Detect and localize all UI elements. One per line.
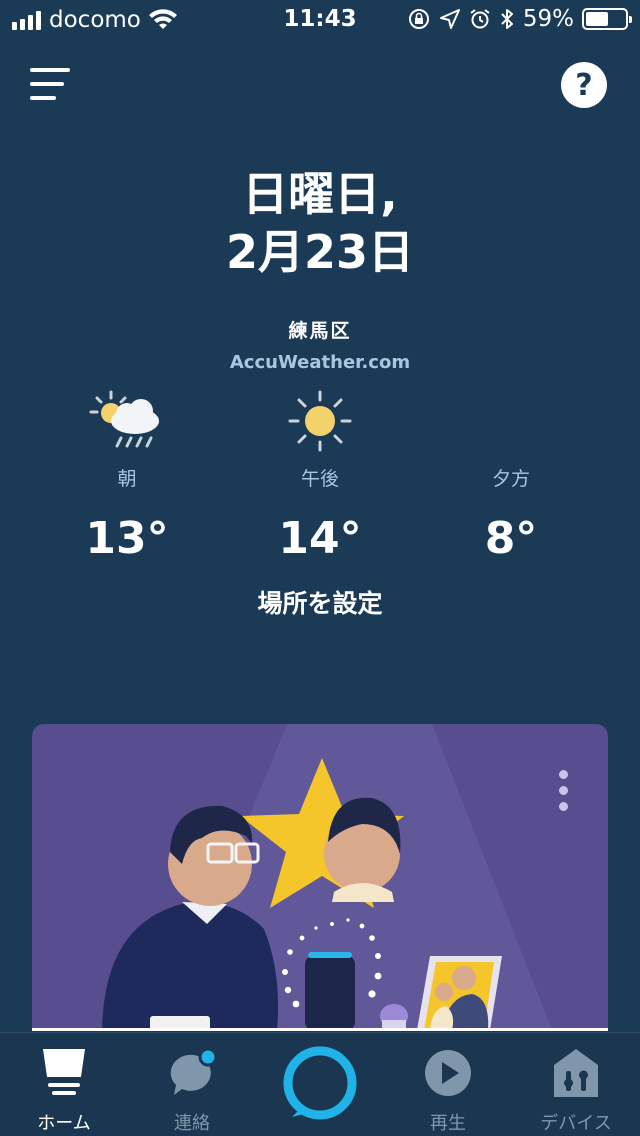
weather-period-label: 朝 [117, 468, 137, 490]
set-location-link[interactable]: 場所を設定 [0, 584, 640, 620]
battery-percent: 59% [522, 6, 574, 32]
sun-icon [288, 390, 352, 452]
tab-alexa[interactable] [256, 1033, 384, 1136]
weather-afternoon: 午後 14° [235, 388, 405, 564]
weather-source-link[interactable]: AccuWeather.com [0, 352, 640, 373]
menu-line [30, 82, 64, 86]
weather-period-label: 夕方 [491, 468, 530, 490]
alexa-home-screen: docomo 11:43 59% ? 日曜日, 2月23日 練馬区 AccuWe… [0, 0, 640, 1136]
status-right: 59% [407, 6, 632, 32]
alarm-icon [470, 9, 490, 29]
card-illustration [102, 724, 552, 1030]
more-vertical-icon [559, 770, 568, 779]
feature-card[interactable] [32, 724, 608, 1030]
weather-evening: 夕方 8° [426, 388, 596, 564]
chat-icon [170, 1047, 218, 1095]
weather-temperature: 8° [484, 513, 538, 564]
help-button[interactable]: ? [561, 62, 607, 108]
card-bottom-edge [32, 1028, 608, 1031]
tab-bar: ホーム 連絡 再生 デバイス [0, 1032, 640, 1136]
menu-line [30, 68, 70, 72]
devices-icon [554, 1049, 598, 1097]
tab-label: 連絡 [174, 1113, 210, 1134]
partly-cloudy-rain-icon [89, 390, 159, 448]
battery-icon [582, 8, 632, 30]
weather-period-label: 午後 [300, 468, 339, 490]
location-arrow-icon [439, 9, 460, 29]
tab-label: ホーム [37, 1113, 91, 1134]
weather-temperature: 14° [278, 513, 362, 564]
alexa-ring-icon [283, 1046, 357, 1120]
moon-icon [487, 397, 531, 441]
menu-line [30, 96, 56, 100]
date-heading: 2月23日 [225, 225, 415, 279]
tab-communicate[interactable]: 連絡 [128, 1033, 256, 1136]
weather-morning: 朝 13° [42, 388, 212, 564]
home-icon [43, 1049, 85, 1095]
orientation-lock-icon [408, 9, 429, 29]
tab-home[interactable]: ホーム [0, 1033, 128, 1136]
weather-temperature: 13° [85, 513, 169, 564]
tab-label: 再生 [430, 1113, 466, 1134]
more-vertical-icon [559, 786, 568, 795]
card-menu-button[interactable] [554, 770, 574, 814]
tab-devices[interactable]: デバイス [512, 1033, 640, 1136]
menu-button[interactable] [30, 66, 74, 102]
play-icon [425, 1050, 471, 1096]
status-bar: docomo 11:43 59% [0, 0, 640, 40]
weather-location: 練馬区 [288, 320, 352, 342]
more-vertical-icon [559, 802, 568, 811]
tab-label: デバイス [540, 1113, 612, 1134]
battery-fill [586, 12, 609, 26]
weekday-heading: 日曜日, [242, 167, 398, 221]
bluetooth-icon [501, 9, 513, 29]
tab-play[interactable]: 再生 [384, 1033, 512, 1136]
